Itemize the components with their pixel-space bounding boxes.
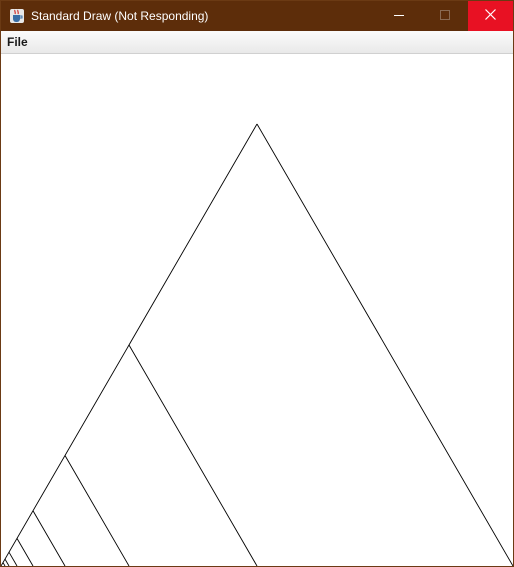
- minimize-button[interactable]: [376, 1, 422, 31]
- triangle-right-edge: [256, 123, 513, 566]
- window-title: Standard Draw (Not Responding): [31, 9, 209, 23]
- inner-triangle-edge: [64, 455, 130, 566]
- inner-triangle-edge: [8, 551, 18, 566]
- drawing-canvas[interactable]: [1, 54, 513, 566]
- close-button[interactable]: [468, 1, 513, 31]
- inner-triangle-edge: [16, 538, 34, 566]
- java-cup-icon: [9, 8, 25, 24]
- maximize-button[interactable]: [422, 1, 468, 31]
- inner-triangle-edge: [2, 562, 6, 566]
- close-icon: [485, 7, 496, 25]
- menu-file[interactable]: File: [7, 35, 28, 49]
- drawing-surface: [1, 123, 513, 566]
- title-bar[interactable]: Standard Draw (Not Responding): [1, 1, 513, 31]
- inner-triangle-edge: [32, 510, 66, 566]
- inner-triangle-edge: [128, 344, 258, 566]
- standard-draw-window: Standard Draw (Not Responding) File: [0, 0, 514, 567]
- inner-triangle-edge: [4, 558, 10, 566]
- menu-bar: File: [1, 31, 513, 54]
- minimize-icon: [394, 7, 404, 25]
- maximize-icon: [440, 7, 450, 25]
